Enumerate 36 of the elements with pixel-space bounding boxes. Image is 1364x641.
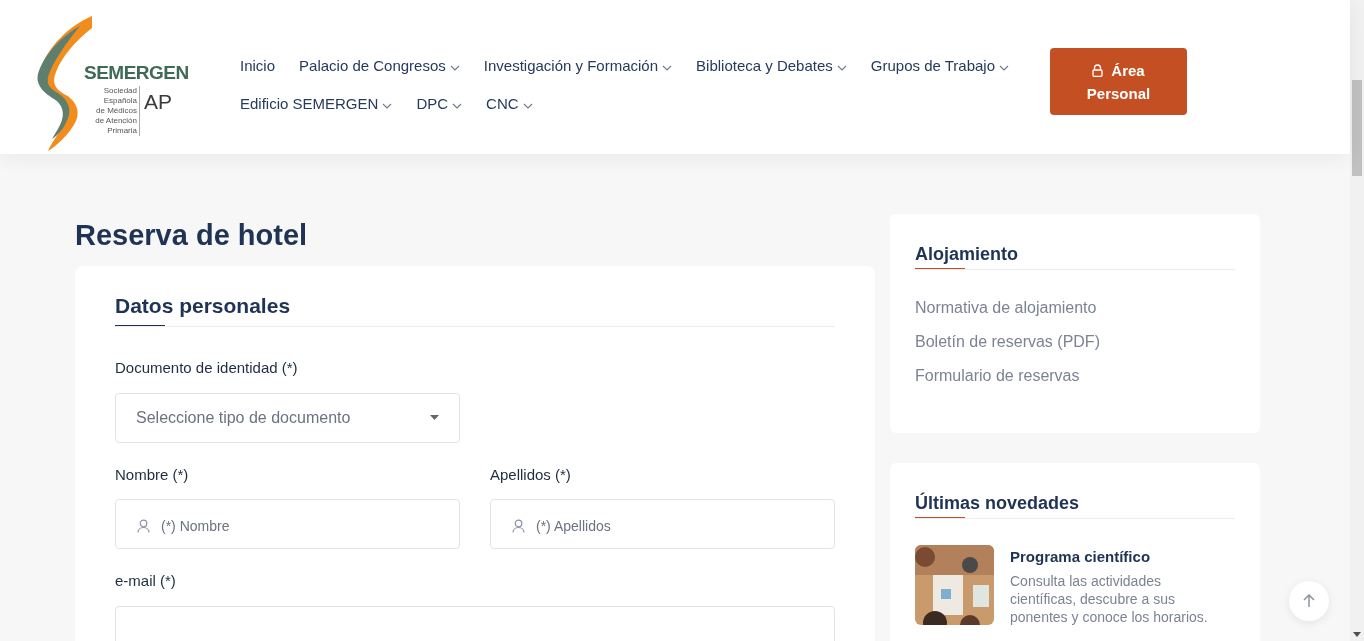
field-label: e-mail (*) [115, 571, 177, 591]
scrollbar[interactable] [1350, 0, 1364, 641]
nav-link[interactable]: Biblioteca y Debates [696, 55, 847, 77]
user-icon [137, 519, 150, 533]
sidebar-link[interactable]: Formulario de reservas [915, 364, 1235, 398]
nav-link[interactable]: Edificio SEMERGEN [240, 93, 393, 115]
sidebar-link[interactable]: Normativa de alojamiento [915, 296, 1235, 330]
card-title: Últimas novedades [915, 491, 1081, 515]
scroll-top-button[interactable] [1289, 581, 1329, 621]
section-title: Datos personales [115, 293, 292, 319]
nav-link[interactable]: Grupos de Trabajo [870, 55, 1010, 77]
nav-link[interactable]: DPC [416, 93, 463, 115]
user-icon [512, 519, 525, 533]
sidebar-link[interactable]: Boletín de reservas (PDF) [915, 330, 1235, 364]
arrow-up-icon [1303, 594, 1315, 608]
nav-link[interactable]: Palacio de Congresos [299, 55, 460, 77]
nav-link[interactable]: CNC [486, 93, 533, 115]
card-title: Alojamiento [915, 243, 1019, 266]
field-label: Apellidos (*) [490, 464, 572, 485]
nav-link[interactable]: Inicio [240, 55, 276, 77]
logo-subtitle: Sociedad Española de Médicos de Atención Primaria [90, 86, 140, 136]
logo-suffix: AP [144, 89, 172, 115]
caret-icon [430, 415, 439, 420]
input-field[interactable]: (*) Nombre [115, 499, 460, 549]
news-title[interactable]: Programa científico [1010, 546, 1230, 569]
field-label: Documento de identidad (*) [115, 358, 299, 378]
field-label: Nombre (*) [115, 464, 190, 485]
input-field[interactable]: (*) Apellidos [490, 499, 835, 549]
email-field[interactable] [115, 605, 835, 641]
area-personal-button[interactable]: Área Personal [1050, 48, 1187, 115]
news-description: Consulta las actividades científicas, descubre a sus ponentes y conoce los horarios. [1010, 571, 1209, 626]
logo-name: SEMERGEN [84, 62, 189, 84]
nav-link[interactable]: Investigación y Formación [483, 55, 673, 77]
lock-icon [1092, 63, 1104, 77]
document-type-select[interactable]: Seleccione tipo de documento [115, 392, 460, 443]
page-title: Reserva de hotel [75, 218, 309, 253]
